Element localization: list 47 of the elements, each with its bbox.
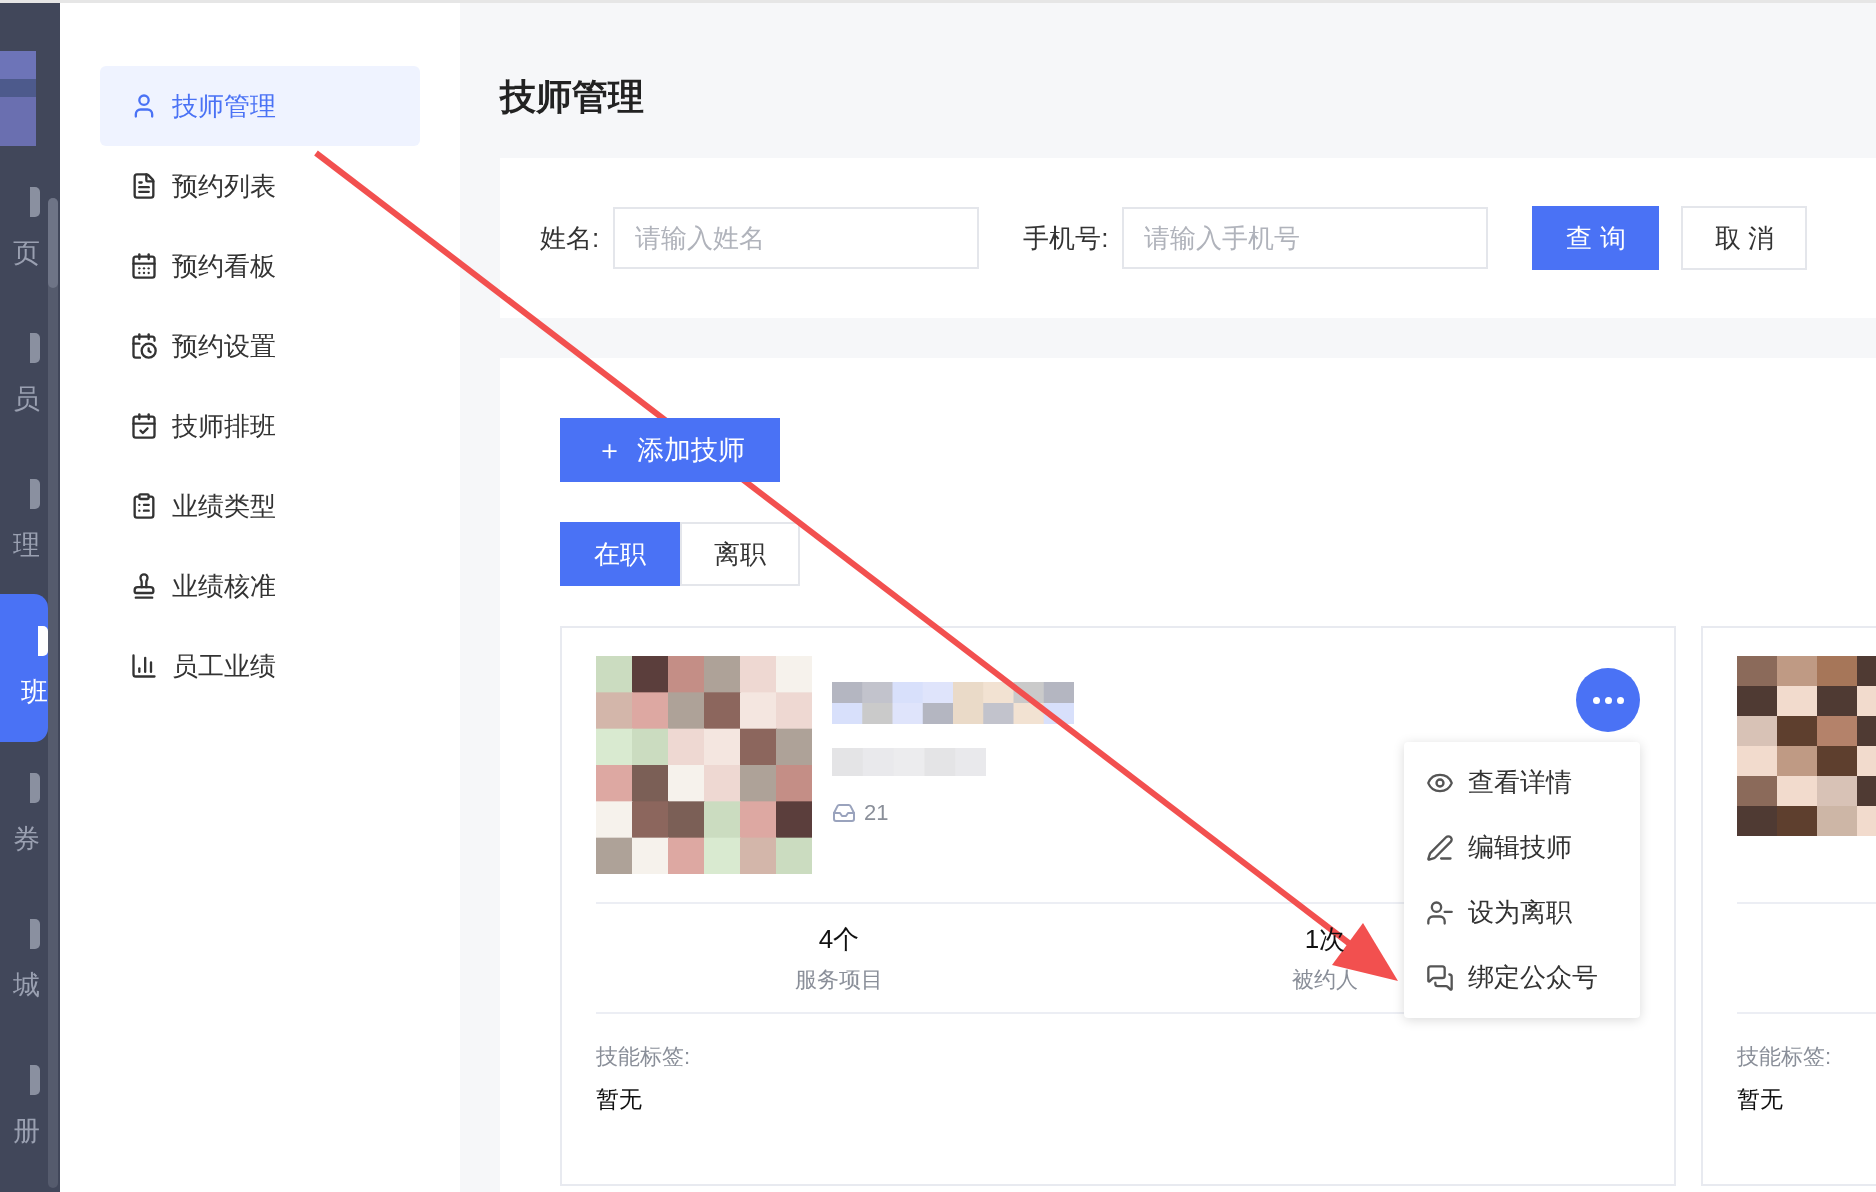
board-icon	[130, 252, 158, 280]
nav-item[interactable]: 城	[0, 888, 40, 1034]
nav-item[interactable]: 册	[0, 1034, 40, 1180]
nav-item[interactable]: 券	[0, 742, 40, 888]
skill-value: 暂无	[596, 1085, 643, 1114]
input-field[interactable]: 请输入姓名	[613, 207, 980, 269]
menu-item[interactable]: 员工业绩	[100, 626, 420, 706]
nav-item[interactable]: 页	[0, 156, 40, 302]
menu-item[interactable]: 业绩类型	[100, 466, 420, 546]
menu-item[interactable]: 预约列表	[100, 146, 420, 226]
menu-item[interactable]: 预约看板	[100, 226, 420, 306]
menu-item[interactable]: 预约设置	[100, 306, 420, 386]
stat-value: 1次	[1304, 922, 1346, 956]
stat-label: 服务项目	[795, 965, 883, 994]
status-tab[interactable]: 离职	[680, 522, 800, 586]
scrollbar[interactable]	[48, 198, 58, 1188]
skill-label: 技能标签:	[596, 1043, 692, 1071]
schedule-icon	[130, 412, 158, 440]
search-button[interactable]: 查 询	[1532, 206, 1660, 270]
action-item[interactable]: 查看详情	[1404, 750, 1640, 815]
stat-value: 4个	[818, 922, 860, 956]
edit-icon	[1426, 833, 1454, 862]
input-field[interactable]: 请输入手机号	[1122, 207, 1489, 269]
wechat-icon	[1426, 963, 1454, 992]
menu-item[interactable]: 技师管理	[100, 66, 420, 146]
chart-icon	[130, 652, 158, 680]
menu-item[interactable]: 业绩核准	[100, 546, 420, 626]
stat-label: 被约人	[1292, 965, 1358, 994]
nav-item[interactable]: 理	[0, 448, 40, 594]
nav-item[interactable]: 班	[0, 594, 48, 742]
menu-item[interactable]: 技师排班	[100, 386, 420, 466]
count-icon	[832, 801, 856, 825]
leave-icon	[1426, 898, 1454, 927]
nav-item[interactable]: 员	[0, 302, 40, 448]
field-label: 姓名:	[540, 221, 600, 255]
action-item[interactable]: 绑定公众号	[1404, 945, 1640, 1010]
count-text: 21	[864, 800, 889, 826]
add-button[interactable]: ＋ 添加技师	[560, 418, 780, 482]
skill-label: 技能标签:	[1737, 1043, 1833, 1071]
action-item[interactable]: 设为离职	[1404, 880, 1640, 945]
clock-icon	[130, 332, 158, 360]
cancel-button[interactable]: 取 消	[1681, 206, 1808, 270]
page-title: 技师管理	[500, 75, 645, 119]
field-label: 手机号:	[1023, 221, 1109, 255]
status-tab[interactable]: 在职	[560, 522, 680, 586]
action-item[interactable]: 编辑技师	[1404, 815, 1640, 880]
skill-value: 暂无	[1737, 1085, 1784, 1114]
